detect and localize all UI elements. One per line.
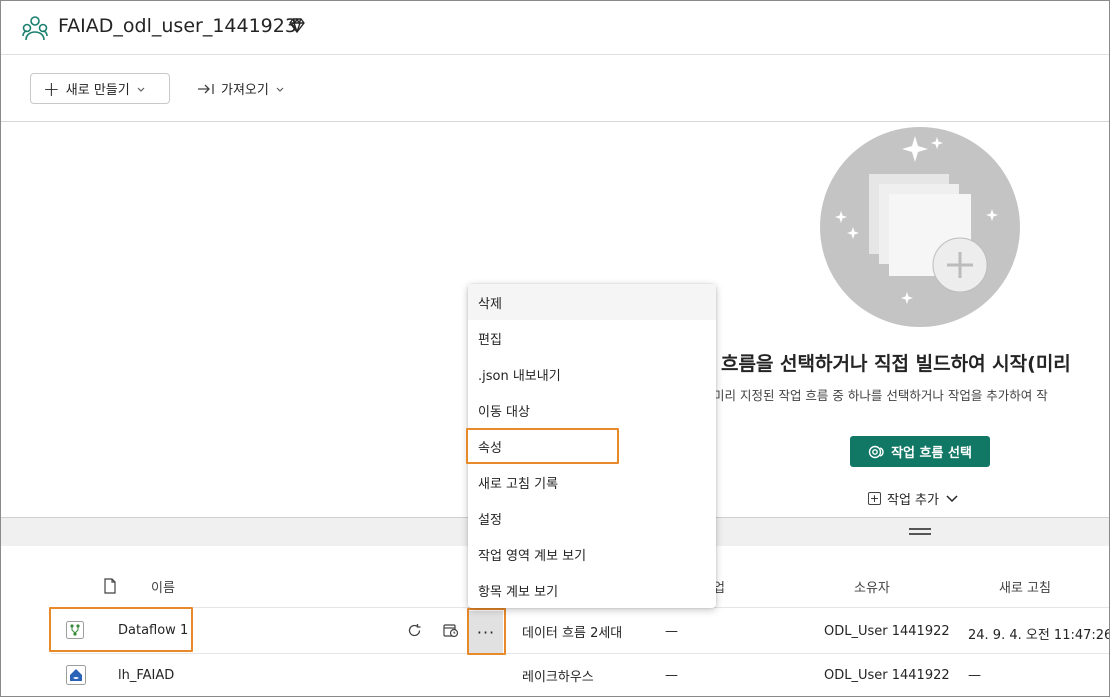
select-task-flow-button[interactable]: 작업 흐름 선택: [850, 436, 990, 467]
menu-item-export-json[interactable]: .json 내보내기: [468, 356, 716, 392]
more-button-highlight: [467, 608, 506, 655]
add-task-label: 작업 추가: [887, 493, 939, 508]
chevron-down-icon: [946, 494, 958, 502]
task-flow-icon: [868, 445, 884, 458]
menu-item-move-to[interactable]: 이동 대상: [468, 392, 716, 428]
hero-title: 흐름을 선택하거나 직접 빌드하여 시작(미리: [721, 353, 1071, 375]
schedule-icon[interactable]: [443, 623, 459, 638]
chevron-down-icon: [276, 87, 284, 92]
lakehouse-icon: [66, 665, 86, 685]
drag-handle-icon[interactable]: [909, 528, 931, 536]
file-icon: [104, 578, 116, 594]
select-task-flow-label: 작업 흐름 선택: [891, 446, 972, 461]
item-refreshed: —: [968, 668, 981, 683]
hero-subtitle: 미리 지정된 작업 흐름 중 하나를 선택하거나 작업을 추가하여 작: [713, 388, 1048, 403]
item-name[interactable]: lh_FAIAD: [118, 668, 174, 683]
properties-highlight: [466, 428, 619, 464]
add-box-icon: +: [868, 492, 881, 505]
item-owner: ODL_User 1441922: [824, 668, 950, 683]
app-window: FAIAD_odl_user_1441923 + 새로 만들기 가져오기 흐름을…: [0, 0, 1110, 697]
row-divider: [51, 653, 1109, 654]
add-task-button[interactable]: + 작업 추가: [868, 489, 959, 508]
item-refreshed: 24. 9. 4. 오전 11:47:26: [968, 628, 1110, 643]
item-owner: ODL_User 1441922: [824, 624, 950, 639]
new-item-button[interactable]: + 새로 만들기: [30, 73, 170, 104]
menu-item-edit[interactable]: 편집: [468, 320, 716, 356]
workspace-icon: [22, 16, 48, 41]
toolbar: + 새로 만들기 가져오기: [1, 56, 1109, 122]
item-task: —: [665, 624, 678, 639]
refresh-icon[interactable]: [407, 623, 422, 638]
import-button[interactable]: 가져오기: [197, 73, 285, 104]
premium-diamond-icon: [289, 18, 305, 33]
plus-icon: +: [43, 76, 60, 101]
item-type: 레이크하우스: [522, 670, 594, 685]
item-type: 데이터 흐름 2세대: [522, 626, 623, 641]
item-task: —: [665, 668, 678, 683]
import-label: 가져오기: [221, 83, 269, 98]
new-item-label: 새로 만들기: [65, 83, 130, 98]
column-header-name[interactable]: 이름: [151, 577, 175, 596]
dataflow-row-highlight: [49, 607, 193, 652]
menu-item-delete[interactable]: 삭제: [468, 284, 716, 320]
chevron-down-icon: [137, 87, 145, 92]
menu-item-settings[interactable]: 설정: [468, 500, 716, 536]
menu-item-item-lineage[interactable]: 항목 계보 보기: [468, 572, 716, 608]
menu-item-workspace-lineage[interactable]: 작업 영역 계보 보기: [468, 536, 716, 572]
column-header-owner[interactable]: 소유자: [854, 577, 890, 596]
workspace-header: FAIAD_odl_user_1441923: [1, 1, 1109, 55]
import-arrow-icon: [198, 83, 214, 94]
empty-state-illustration: [820, 127, 1020, 327]
context-menu: 삭제 편집 .json 내보내기 이동 대상 속성 새로 고침 기록 설정 작업…: [466, 284, 716, 608]
workspace-title: FAIAD_odl_user_1441923: [58, 15, 297, 37]
column-header-refresh[interactable]: 새로 고침: [999, 577, 1051, 596]
menu-item-refresh-history[interactable]: 새로 고침 기록: [468, 464, 716, 500]
